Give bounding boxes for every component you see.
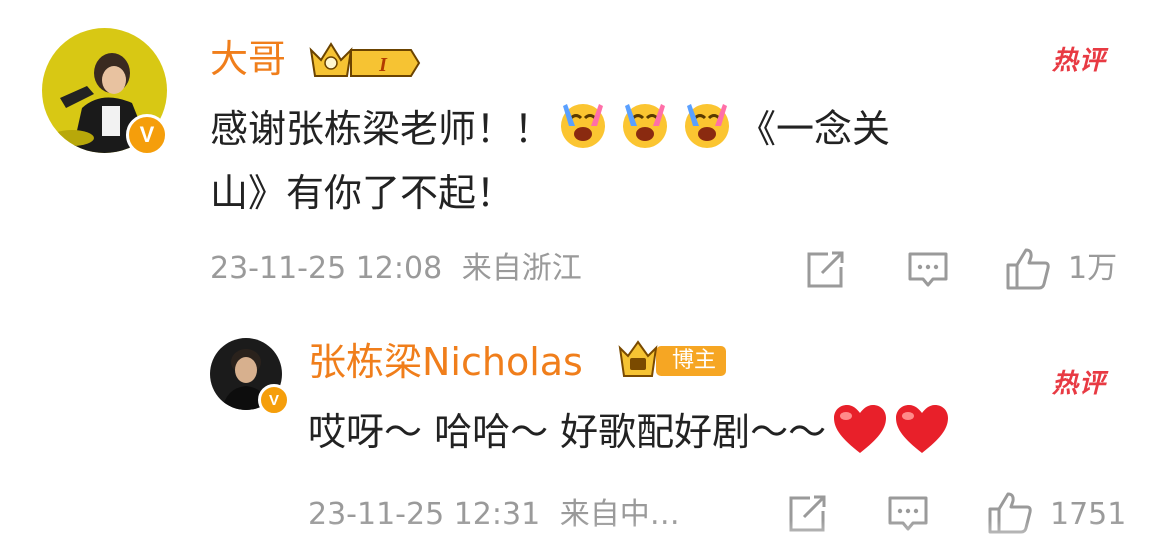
verified-badge-icon: V [258, 384, 290, 416]
reply-username[interactable]: 张栋梁Nicholas [308, 343, 583, 381]
laugh-cry-emoji [685, 104, 730, 148]
author-badge-label: 博主 [672, 348, 717, 373]
comment-timestamp: 23-11-25 12:08 来自浙江 [210, 254, 582, 284]
laugh-cry-emoji [623, 104, 668, 148]
reply-text: 哎呀～ 哈哈～ 好歌配好剧～～ [308, 400, 1128, 464]
reply-text-body: 哎呀～ 哈哈～ 好歌配好剧～～ [308, 410, 827, 454]
like-button[interactable] [1002, 246, 1054, 292]
comment-location: 来自浙江 [461, 251, 582, 286]
comment-text-part1: 感谢张栋梁老师！！ [210, 107, 553, 151]
reply-hot-label: 热评 [1052, 369, 1107, 399]
vip-level-text: I [378, 54, 388, 76]
red-heart-emoji [834, 405, 887, 453]
comment-date: 23-11-25 12:08 [210, 251, 443, 286]
bottom-fade [0, 520, 1168, 559]
verified-badge-icon: V [126, 114, 168, 156]
thumbs-up-icon [1006, 248, 1050, 290]
comment-text-line2: 山》有你了不起！ [210, 171, 515, 215]
share-button[interactable] [804, 250, 848, 290]
comment-username[interactable]: 大哥 [210, 40, 286, 78]
comment-text: 感谢张栋梁老师！！ 《一念关 山》有你了不起！ [210, 96, 1110, 225]
comment-text-part2: 《一念关 [738, 107, 891, 151]
vip-crown-badge-icon: I [307, 36, 423, 80]
share-icon [807, 251, 844, 288]
laugh-cry-emoji [561, 104, 606, 148]
hot-comment-label: 热评 [1052, 46, 1107, 76]
author-badge: 博主 [616, 338, 730, 382]
comment-icon [908, 252, 948, 287]
red-heart-emoji [896, 405, 949, 453]
comment-button[interactable] [906, 250, 950, 290]
like-count: 1万 [1068, 251, 1118, 286]
